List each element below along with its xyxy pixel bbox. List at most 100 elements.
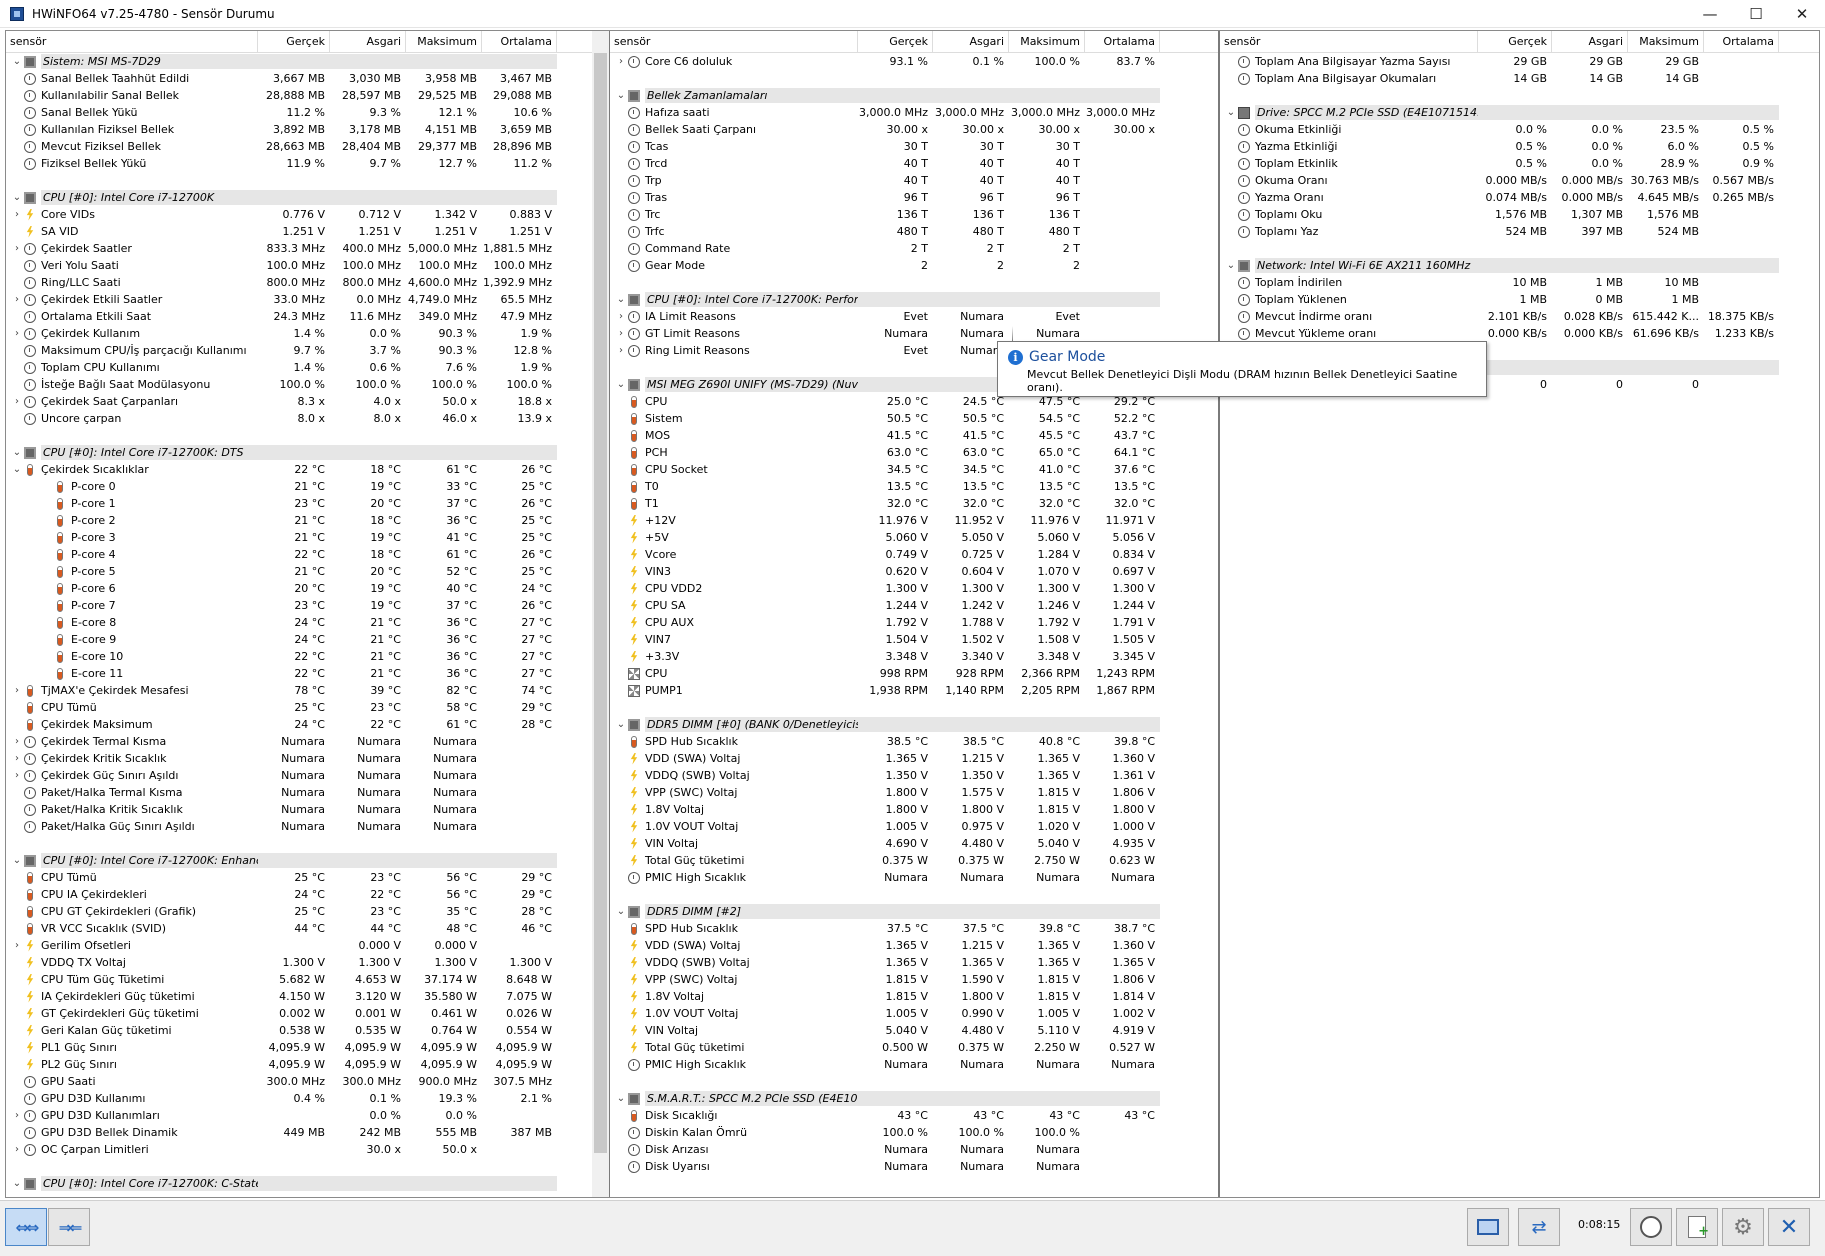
column-header-min[interactable]: Asgari bbox=[1552, 31, 1628, 52]
sensor-row[interactable]: Toplamı Oku 1,576 MB 1,307 MB 1,576 MB bbox=[1220, 206, 1819, 223]
exit-button[interactable]: ✕ bbox=[1768, 1208, 1810, 1246]
sensor-row[interactable]: CPU Tümü 25 °C 23 °C 58 °C 29 °C bbox=[6, 699, 608, 716]
sensor-row[interactable]: VIN3 0.620 V 0.604 V 1.070 V 0.697 V bbox=[610, 563, 1218, 580]
expand-toggle-icon[interactable]: ⌄ bbox=[1224, 104, 1238, 121]
sensor-row[interactable]: SPD Hub Sıcaklık 37.5 °C 37.5 °C 39.8 °C 38.… bbox=[610, 920, 1218, 937]
column-header-avg[interactable]: Ortalama bbox=[1704, 31, 1779, 52]
minimize-button[interactable]: — bbox=[1687, 0, 1733, 28]
log-file-button[interactable]: + bbox=[1676, 1208, 1718, 1246]
sensor-row[interactable]: CPU IA Çekirdekleri 24 °C 22 °C 56 °C 29 °C bbox=[6, 886, 608, 903]
sensor-row[interactable]: Kullanılabilir Sanal Bellek 28,888 MB 28,5… bbox=[6, 87, 608, 104]
sensor-group-header[interactable]: ⌄ Bellek Zamanlamaları bbox=[610, 87, 1218, 104]
sensor-group-header[interactable]: ⌄ CPU [#0]: Intel Core i7-12700K bbox=[6, 189, 608, 206]
column-header-current[interactable]: Gerçek bbox=[258, 31, 330, 52]
expand-toggle-icon[interactable]: › bbox=[10, 937, 24, 954]
maximize-button[interactable]: ☐ bbox=[1733, 0, 1779, 28]
column-header-max[interactable]: Maksimum bbox=[1009, 31, 1085, 52]
sensor-row[interactable]: Uncore çarpan 8.0 x 8.0 x 46.0 x 13.9 x bbox=[6, 410, 608, 427]
expand-toggle-icon[interactable]: ⌄ bbox=[10, 1175, 24, 1192]
sensor-row[interactable]: Veri Yolu Saati 100.0 MHz 100.0 MHz 100.0 M… bbox=[6, 257, 608, 274]
sensor-row[interactable]: E-core 9 24 °C 21 °C 36 °C 27 °C bbox=[6, 631, 608, 648]
sensor-row[interactable]: VDD (SWA) Voltaj 1.365 V 1.215 V 1.365 V 1.3… bbox=[610, 937, 1218, 954]
sensor-row[interactable]: › Gerilim Ofsetleri 0.000 V 0.000 V bbox=[6, 937, 608, 954]
sensor-row[interactable]: GT Çekirdekleri Güç tüketimi 0.002 W 0.001… bbox=[6, 1005, 608, 1022]
sensor-row[interactable]: VDDQ TX Voltaj 1.300 V 1.300 V 1.300 V 1.300… bbox=[6, 954, 608, 971]
sensor-row[interactable]: › Çekirdek Termal Kısma Numara Numara Numara bbox=[6, 733, 608, 750]
sensor-row[interactable]: PCH 63.0 °C 63.0 °C 65.0 °C 64.1 °C bbox=[610, 444, 1218, 461]
sensor-row[interactable]: +5V 5.060 V 5.050 V 5.060 V 5.056 V bbox=[610, 529, 1218, 546]
sensor-row[interactable]: Fiziksel Bellek Yükü 11.9 % 9.7 % 12.7 % 11.… bbox=[6, 155, 608, 172]
sensor-row[interactable]: VIN Voltaj 5.040 V 4.480 V 5.110 V 4.919 V bbox=[610, 1022, 1218, 1039]
sensor-row[interactable]: P-core 5 21 °C 20 °C 52 °C 25 °C bbox=[6, 563, 608, 580]
sensor-row[interactable]: Toplamı Yaz 524 MB 397 MB 524 MB bbox=[1220, 223, 1819, 240]
expand-toggle-icon[interactable]: › bbox=[10, 325, 24, 342]
column-header-min[interactable]: Asgari bbox=[330, 31, 406, 52]
sensor-row[interactable]: › Core VIDs 0.776 V 0.712 V 1.342 V 0.883 V bbox=[6, 206, 608, 223]
sensor-row[interactable]: GPU Saati 300.0 MHz 300.0 MHz 900.0 MHz 307.… bbox=[6, 1073, 608, 1090]
sensor-row[interactable]: › OC Çarpan Limitleri 30.0 x 50.0 x bbox=[6, 1141, 608, 1158]
clock-reset-button[interactable] bbox=[1630, 1208, 1672, 1246]
sensor-row[interactable]: 1.0V VOUT Voltaj 1.005 V 0.990 V 1.005 V 1.0… bbox=[610, 1005, 1218, 1022]
sensor-row[interactable]: P-core 1 23 °C 20 °C 37 °C 26 °C bbox=[6, 495, 608, 512]
expand-toggle-icon[interactable]: ⌄ bbox=[614, 376, 628, 393]
sensor-row[interactable]: Trc 136 T 136 T 136 T bbox=[610, 206, 1218, 223]
expand-toggle-icon[interactable]: › bbox=[614, 342, 628, 359]
sensor-row[interactable]: Trcd 40 T 40 T 40 T bbox=[610, 155, 1218, 172]
expand-toggle-icon[interactable]: › bbox=[10, 1107, 24, 1124]
sensor-row[interactable]: MOS 41.5 °C 41.5 °C 45.5 °C 43.7 °C bbox=[610, 427, 1218, 444]
sensor-row[interactable]: › Çekirdek Etkili Saatler 33.0 MHz 0.0 MHz 4… bbox=[6, 291, 608, 308]
sensor-row[interactable]: › Çekirdek Kritik Sıcaklık Numara Numara Num… bbox=[6, 750, 608, 767]
sensor-group-header[interactable]: ⌄ Sistem: MSI MS-7D29 bbox=[6, 53, 608, 70]
sensor-row[interactable]: Yazma Oranı 0.074 MB/s 0.000 MB/s 4.645 MB/… bbox=[1220, 189, 1819, 206]
sensor-row[interactable]: Tras 96 T 96 T 96 T bbox=[610, 189, 1218, 206]
sensor-row[interactable]: › Çekirdek Saatler 833.3 MHz 400.0 MHz 5,000… bbox=[6, 240, 608, 257]
sensor-row[interactable]: Disk Sıcaklığı 43 °C 43 °C 43 °C 43 °C bbox=[610, 1107, 1218, 1124]
sensor-row[interactable]: VDDQ (SWB) Voltaj 1.365 V 1.365 V 1.365 V 1.… bbox=[610, 954, 1218, 971]
expand-toggle-icon[interactable]: ⌄ bbox=[10, 461, 24, 478]
sensor-row[interactable]: CPU SA 1.244 V 1.242 V 1.246 V 1.244 V bbox=[610, 597, 1218, 614]
sensor-row[interactable]: P-core 3 21 °C 19 °C 41 °C 25 °C bbox=[6, 529, 608, 546]
expand-toggle-icon[interactable]: › bbox=[10, 206, 24, 223]
sensor-row[interactable]: İsteğe Bağlı Saat Modülasyonu 100.0 % 100.… bbox=[6, 376, 608, 393]
expand-toggle-icon[interactable]: ⌄ bbox=[614, 716, 628, 733]
sensor-row[interactable]: Çekirdek Maksimum 24 °C 22 °C 61 °C 28 °C bbox=[6, 716, 608, 733]
sensor-row[interactable]: 1.0V VOUT Voltaj 1.005 V 0.975 V 1.020 V 1.0… bbox=[610, 818, 1218, 835]
column-header-current[interactable]: Gerçek bbox=[858, 31, 933, 52]
sensor-row[interactable]: PL2 Güç Sınırı 4,095.9 W 4,095.9 W 4,095.9 … bbox=[6, 1056, 608, 1073]
column-header-max[interactable]: Maksimum bbox=[406, 31, 482, 52]
sensor-row[interactable]: VIN7 1.504 V 1.502 V 1.508 V 1.505 V bbox=[610, 631, 1218, 648]
sensor-row[interactable]: PMIC High Sıcaklık Numara Numara Numara Numa… bbox=[610, 869, 1218, 886]
expand-toggle-icon[interactable]: › bbox=[614, 308, 628, 325]
sensor-group-header[interactable]: ⌄ CPU [#0]: Intel Core i7-12700K: Enhance… bbox=[6, 852, 608, 869]
close-button[interactable]: ✕ bbox=[1779, 0, 1825, 28]
sensor-row[interactable]: CPU Tümü 25 °C 23 °C 56 °C 29 °C bbox=[6, 869, 608, 886]
sensor-row[interactable]: VPP (SWC) Voltaj 1.800 V 1.575 V 1.815 V 1.8… bbox=[610, 784, 1218, 801]
sensor-row[interactable]: › Çekirdek Güç Sınırı Aşıldı Numara Numara N… bbox=[6, 767, 608, 784]
expand-toggle-icon[interactable]: ⌄ bbox=[10, 189, 24, 206]
sensor-row[interactable]: VIN Voltaj 4.690 V 4.480 V 5.040 V 4.935 V bbox=[610, 835, 1218, 852]
sensor-row[interactable]: Trp 40 T 40 T 40 T bbox=[610, 172, 1218, 189]
expand-toggle-icon[interactable]: ⌄ bbox=[1224, 257, 1238, 274]
expand-toggle-icon[interactable]: › bbox=[10, 1141, 24, 1158]
sensor-row[interactable]: Kullanılan Fiziksel Bellek 3,892 MB 3,178 … bbox=[6, 121, 608, 138]
expand-toggle-icon[interactable]: ⌄ bbox=[10, 444, 24, 461]
sensor-row[interactable]: › GT Limit Reasons Numara Numara Numara bbox=[610, 325, 1218, 342]
column-header-min[interactable]: Asgari bbox=[933, 31, 1009, 52]
expand-toggle-icon[interactable]: ⌄ bbox=[614, 903, 628, 920]
sensor-row[interactable]: CPU Socket 34.5 °C 34.5 °C 41.0 °C 37.6 °C bbox=[610, 461, 1218, 478]
expand-toggle-icon[interactable]: › bbox=[614, 53, 628, 70]
expand-toggle-icon[interactable]: ⌄ bbox=[10, 852, 24, 869]
sensor-row[interactable]: IA Çekirdekleri Güç tüketimi 4.150 W 3.120… bbox=[6, 988, 608, 1005]
network-report-button[interactable] bbox=[1467, 1208, 1509, 1246]
sensor-row[interactable]: +3.3V 3.348 V 3.340 V 3.348 V 3.345 V bbox=[610, 648, 1218, 665]
sensor-row[interactable]: Sistem 50.5 °C 50.5 °C 54.5 °C 52.2 °C bbox=[610, 410, 1218, 427]
column-header-max[interactable]: Maksimum bbox=[1628, 31, 1704, 52]
expand-toggle-icon[interactable]: ⌄ bbox=[614, 1090, 628, 1107]
sensor-row[interactable]: › Çekirdek Saat Çarpanları 8.3 x 4.0 x 50.0 … bbox=[6, 393, 608, 410]
expand-collapse-right-button[interactable]: ⇒⇐ bbox=[48, 1208, 90, 1246]
sensor-group-header[interactable]: ⌄ DDR5 DIMM [#2] bbox=[610, 903, 1218, 920]
sensor-row[interactable]: Sanal Bellek Taahhüt Edildi 3,667 MB 3,030… bbox=[6, 70, 608, 87]
expand-toggle-icon[interactable]: › bbox=[614, 325, 628, 342]
sensor-row[interactable]: SPD Hub Sıcaklık 38.5 °C 38.5 °C 40.8 °C 39.… bbox=[610, 733, 1218, 750]
sensor-group-header[interactable]: ⌄ Network: Intel Wi-Fi 6E AX211 160MHz bbox=[1220, 257, 1819, 274]
